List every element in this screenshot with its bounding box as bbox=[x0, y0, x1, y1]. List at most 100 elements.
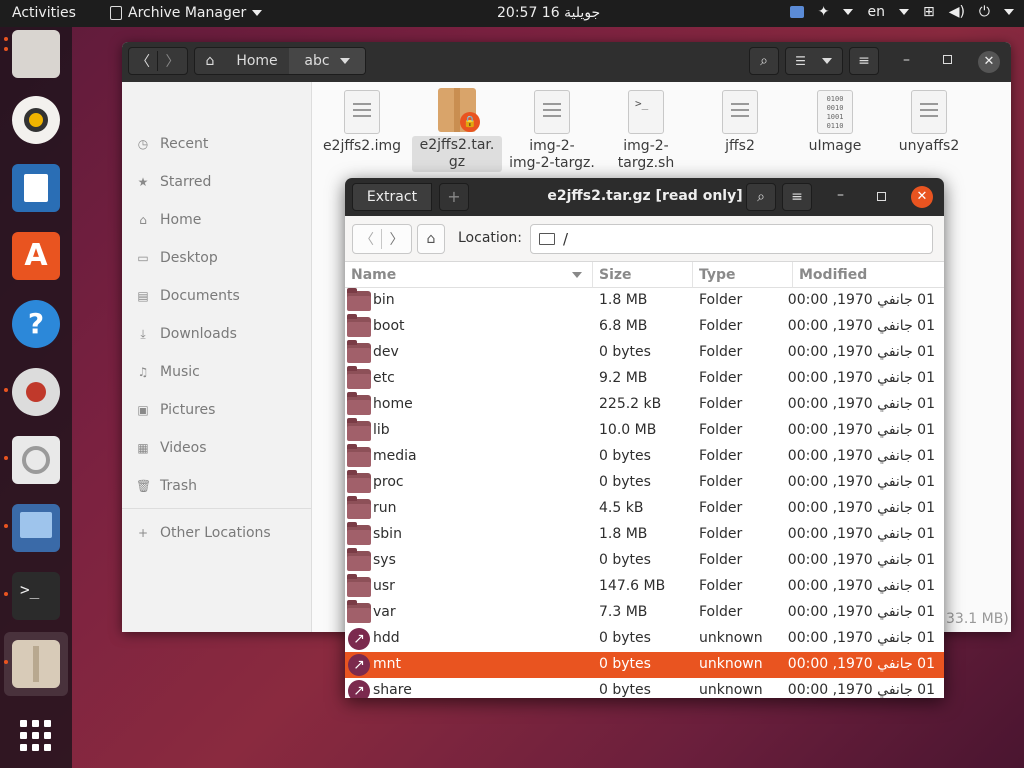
file-item[interactable]: jffs2 bbox=[695, 90, 785, 154]
clock[interactable]: 20:57 16 جويلية bbox=[497, 5, 600, 21]
table-row[interactable]: media 0 bytes Folder 01 جانفي 1970, 00:00 bbox=[345, 444, 944, 470]
show-applications-icon[interactable] bbox=[12, 712, 60, 760]
app-menu[interactable]: Archive Manager bbox=[110, 5, 263, 21]
back-button[interactable]: 〈 bbox=[129, 51, 158, 71]
running-indicator bbox=[4, 47, 8, 51]
cell-name: sys bbox=[373, 552, 396, 568]
file-item[interactable]: e2jffs2.img bbox=[317, 90, 407, 154]
sidebar-item-starred[interactable]: ★ Starred bbox=[136, 171, 212, 193]
table-row[interactable]: sys 0 bytes Folder 01 جانفي 1970, 00:00 bbox=[345, 548, 944, 574]
language-indicator[interactable]: en bbox=[867, 4, 885, 20]
sidebar-item-pictures[interactable]: ▣ Pictures bbox=[136, 399, 215, 421]
screen-keyboard-icon[interactable] bbox=[789, 6, 804, 18]
back-button[interactable]: 〈 bbox=[353, 229, 382, 249]
table-row[interactable]: usr 147.6 MB Folder 01 جانفي 1970, 00:00 bbox=[345, 574, 944, 600]
table-row[interactable]: ↗ hdd 0 bytes unknown 01 جانفي 1970, 00:00 bbox=[345, 626, 944, 652]
software-updater-icon[interactable] bbox=[12, 368, 60, 416]
sidebar-item-desktop[interactable]: ▭ Desktop bbox=[136, 247, 217, 269]
extract-button[interactable]: Extract bbox=[352, 183, 432, 211]
video-app-icon[interactable] bbox=[12, 504, 60, 552]
search-button[interactable]: ⌕ bbox=[749, 47, 779, 75]
file-item[interactable]: unyaffs2 bbox=[884, 90, 974, 154]
table-row[interactable]: home 225.2 kB Folder 01 جانفي 1970, 00:00 bbox=[345, 392, 944, 418]
accessibility-icon[interactable]: ✦ bbox=[818, 4, 830, 20]
sidebar-item-label: Trash bbox=[160, 478, 197, 494]
close-button[interactable]: ✕ bbox=[911, 186, 933, 208]
sidebar-item-music[interactable]: ♫ Music bbox=[136, 361, 200, 383]
maximize-button[interactable] bbox=[943, 55, 952, 64]
file-item-selected[interactable]: 🔒 e2jffs2.tar. gz bbox=[412, 88, 502, 172]
table-row[interactable]: sbin 1.8 MB Folder 01 جانفي 1970, 00:00 bbox=[345, 522, 944, 548]
table-row-selected[interactable]: ↗ mnt 0 bytes unknown 01 جانفي 1970, 00:00 bbox=[345, 652, 944, 678]
music-icon: ♫ bbox=[137, 365, 149, 379]
help-icon[interactable]: ? bbox=[12, 300, 60, 348]
power-icon[interactable]: ⏻ bbox=[979, 4, 990, 20]
cell-name: hdd bbox=[373, 630, 400, 646]
sidebar-item-documents[interactable]: ▤ Documents bbox=[136, 285, 240, 307]
table-row[interactable]: var 7.3 MB Folder 01 جانفي 1970, 00:00 bbox=[345, 600, 944, 626]
forward-button[interactable]: 〉 bbox=[382, 229, 411, 249]
path-segment-home[interactable]: Home bbox=[225, 53, 289, 69]
archive-manager-dock-icon[interactable] bbox=[12, 640, 60, 688]
table-row[interactable]: lib 10.0 MB Folder 01 جانفي 1970, 00:00 bbox=[345, 418, 944, 444]
menu-button[interactable]: ≡ bbox=[782, 183, 812, 211]
sidebar-item-downloads[interactable]: ⤓ Downloads bbox=[136, 323, 237, 345]
add-files-button[interactable]: + bbox=[439, 183, 469, 211]
libreoffice-writer-icon[interactable] bbox=[12, 164, 60, 212]
sidebar-item-other-locations[interactable]: + Other Locations bbox=[136, 522, 271, 544]
file-item[interactable]: img-2- img-2-targz. bbox=[507, 90, 597, 172]
sidebar-item-label: Recent bbox=[160, 136, 209, 152]
cell-modified: 01 جانفي 1970, 00:00 bbox=[787, 292, 935, 308]
menu-button[interactable]: ≡ bbox=[849, 47, 879, 75]
search-button[interactable]: ⌕ bbox=[746, 183, 776, 211]
table-row[interactable]: proc 0 bytes Folder 01 جانفي 1970, 00:00 bbox=[345, 470, 944, 496]
files-app-icon[interactable] bbox=[12, 30, 60, 78]
sidebar-item-trash[interactable]: 🗑 Trash bbox=[136, 475, 197, 497]
view-toggle[interactable]: ☰ bbox=[785, 47, 843, 75]
rhythmbox-icon[interactable] bbox=[12, 96, 60, 144]
cell-name: proc bbox=[373, 474, 404, 490]
file-item[interactable]: 0100 0010 1001 0110 uImage bbox=[790, 90, 880, 154]
home-button[interactable]: ⌂ bbox=[417, 224, 445, 254]
file-item[interactable]: >_ img-2- targz.sh bbox=[601, 90, 691, 172]
sidebar-item-videos[interactable]: ▦ Videos bbox=[136, 437, 206, 459]
sidebar-item-recent[interactable]: ◷ Recent bbox=[136, 133, 209, 155]
column-header-size[interactable]: Size bbox=[593, 262, 693, 288]
maximize-button[interactable] bbox=[877, 192, 886, 201]
forward-button[interactable]: 〉 bbox=[158, 51, 187, 71]
minimize-button[interactable]: – bbox=[903, 52, 910, 68]
hamburger-icon: ≡ bbox=[858, 53, 870, 69]
software-center-icon[interactable]: A bbox=[12, 232, 60, 280]
activities-button[interactable]: Activities bbox=[12, 5, 76, 21]
binary-icon: 0100 0010 1001 0110 bbox=[817, 90, 853, 134]
folder-icon bbox=[347, 366, 371, 389]
location-field[interactable]: / bbox=[530, 224, 933, 254]
sidebar-item-home[interactable]: ⌂ Home bbox=[136, 209, 201, 231]
table-row[interactable]: boot 6.8 MB Folder 01 جانفي 1970, 00:00 bbox=[345, 314, 944, 340]
close-button[interactable]: ✕ bbox=[978, 51, 1000, 73]
table-row[interactable]: dev 0 bytes Folder 01 جانفي 1970, 00:00 bbox=[345, 340, 944, 366]
running-indicator bbox=[4, 524, 8, 528]
volume-icon[interactable]: ◀) bbox=[949, 4, 965, 20]
cell-type: unknown bbox=[699, 656, 763, 672]
column-header-modified[interactable]: Modified bbox=[793, 262, 944, 288]
archive-locked-icon: 🔒 bbox=[438, 88, 480, 132]
table-row[interactable]: run 4.5 kB Folder 01 جانفي 1970, 00:00 bbox=[345, 496, 944, 522]
minimize-button[interactable]: – bbox=[837, 187, 844, 203]
symlink-icon: ↗ bbox=[348, 654, 370, 676]
archive-headerbar: Extract + e2jffs2.tar.gz [read only] ⌕ ≡… bbox=[345, 178, 944, 216]
column-header-name[interactable]: Name bbox=[345, 262, 593, 288]
table-row[interactable]: etc 9.2 MB Folder 01 جانفي 1970, 00:00 bbox=[345, 366, 944, 392]
archive-manager-window: Extract + e2jffs2.tar.gz [read only] ⌕ ≡… bbox=[345, 178, 944, 698]
terminal-icon[interactable]: >_ bbox=[12, 572, 60, 620]
table-row[interactable]: ↗ share 0 bytes unknown 01 جانفي 1970, 00:00 bbox=[345, 678, 944, 698]
cell-type: Folder bbox=[699, 474, 743, 490]
cell-name: share bbox=[373, 682, 412, 698]
cell-name: mnt bbox=[373, 656, 401, 672]
column-header-type[interactable]: Type bbox=[693, 262, 793, 288]
path-segment-abc[interactable]: abc bbox=[289, 48, 365, 74]
table-row[interactable]: bin 1.8 MB Folder 01 جانفي 1970, 00:00 bbox=[345, 288, 944, 314]
network-icon[interactable]: ⊞ bbox=[923, 4, 935, 20]
settings-icon[interactable] bbox=[12, 436, 60, 484]
home-icon[interactable]: ⌂ bbox=[195, 53, 225, 69]
